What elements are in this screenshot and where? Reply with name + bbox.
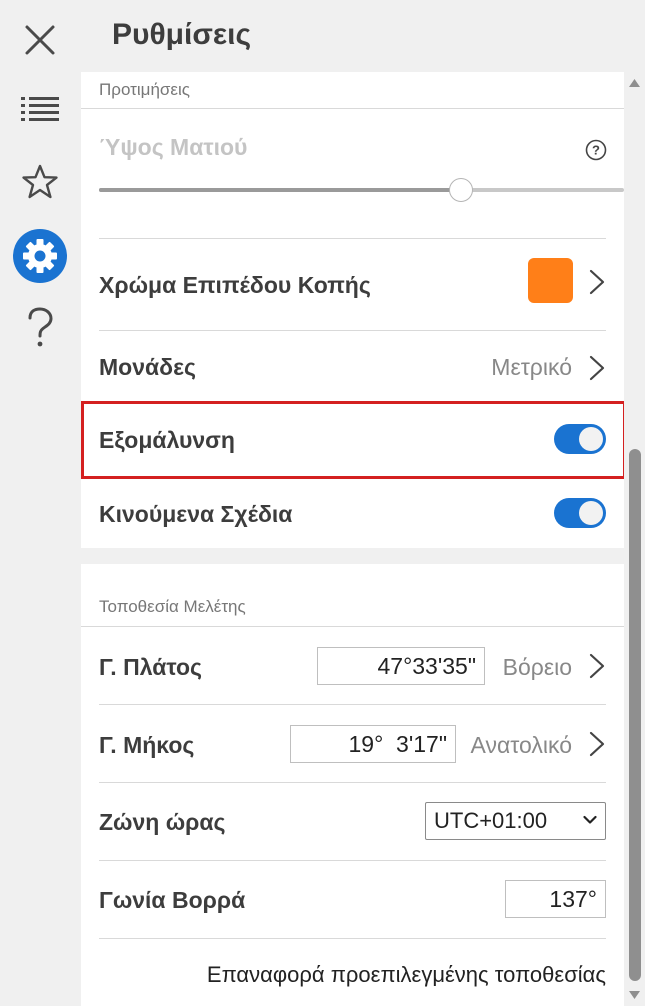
- longitude-input[interactable]: 19° 3'17": [290, 725, 456, 763]
- timezone-label: Ζώνη ώρας: [99, 809, 226, 835]
- toggle-knob: [579, 501, 603, 525]
- divider: [99, 330, 606, 331]
- cut-plane-color-label: Χρώμα Επιπέδου Κοπής: [99, 272, 371, 298]
- favorites-button[interactable]: [0, 152, 80, 212]
- list-button[interactable]: [0, 80, 80, 140]
- divider: [99, 938, 606, 939]
- chevron-right-icon[interactable]: [589, 653, 605, 679]
- gear-icon: [13, 229, 67, 283]
- eye-height-slider-thumb[interactable]: [449, 178, 474, 202]
- reset-location-link[interactable]: Επαναφορά προεπιλεγμένης τοποθεσίας: [207, 962, 606, 988]
- settings-panel: Προτιμήσεις Ύψος Ματιού ? Χρώμα Επιπέδου…: [81, 72, 624, 1006]
- side-rail: [0, 0, 80, 1006]
- timezone-select[interactable]: UTC+01:00: [425, 802, 606, 840]
- longitude-hemisphere[interactable]: Ανατολικό: [471, 732, 572, 759]
- chevron-right-icon[interactable]: [589, 269, 605, 295]
- animated-plans-label: Κινούμενα Σχέδια: [99, 501, 293, 527]
- settings-screen: Ρυθμίσεις Προτιμήσεις Ύψος Ματιού ? Χρώμ…: [0, 0, 645, 1006]
- scrollbar-thumb[interactable]: [629, 449, 641, 981]
- location-section: Τοποθεσία Μελέτης Γ. Πλάτος 47°33'35" Βό…: [81, 564, 624, 1006]
- scroll-up-icon[interactable]: [628, 78, 641, 88]
- eye-height-slider-fill: [99, 188, 462, 192]
- animated-plans-toggle[interactable]: [554, 498, 606, 528]
- timezone-value: UTC+01:00: [434, 808, 548, 833]
- cut-plane-color-swatch[interactable]: [528, 258, 573, 303]
- units-value[interactable]: Μετρικό: [491, 354, 572, 381]
- north-angle-label: Γωνία Βορρά: [99, 887, 246, 913]
- star-icon: [22, 164, 58, 199]
- divider: [99, 238, 606, 239]
- scroll-down-icon[interactable]: [628, 990, 641, 1000]
- latitude-label: Γ. Πλάτος: [99, 654, 202, 680]
- longitude-label: Γ. Μήκος: [99, 732, 195, 758]
- latitude-input[interactable]: 47°33'35": [317, 647, 485, 685]
- preferences-section-label: Προτιμήσεις: [99, 80, 190, 99]
- eye-height-label: Ύψος Ματιού: [99, 134, 248, 160]
- chevron-down-icon: [583, 815, 597, 824]
- close-icon: [25, 25, 55, 55]
- north-angle-input[interactable]: 137°: [505, 880, 606, 918]
- divider: [81, 626, 624, 627]
- help-button[interactable]: [0, 298, 80, 358]
- latitude-hemisphere[interactable]: Βόρειο: [503, 654, 572, 681]
- highlight-box: [81, 401, 626, 479]
- chevron-right-icon[interactable]: [589, 731, 605, 757]
- chevron-right-icon[interactable]: [589, 355, 605, 381]
- location-section-label: Τοποθεσία Μελέτης: [99, 597, 246, 616]
- page-title: Ρυθμίσεις: [112, 18, 252, 51]
- divider: [99, 782, 606, 783]
- question-icon: [28, 307, 53, 347]
- divider: [99, 860, 606, 861]
- close-button[interactable]: [0, 10, 80, 70]
- divider: [81, 108, 624, 109]
- divider: [99, 704, 606, 705]
- scrollbar[interactable]: [624, 72, 645, 1006]
- help-glyph: ?: [592, 143, 600, 158]
- settings-button[interactable]: [0, 226, 80, 286]
- list-icon: [21, 97, 59, 121]
- units-label: Μονάδες: [99, 354, 196, 380]
- help-circle-icon[interactable]: ?: [585, 139, 607, 161]
